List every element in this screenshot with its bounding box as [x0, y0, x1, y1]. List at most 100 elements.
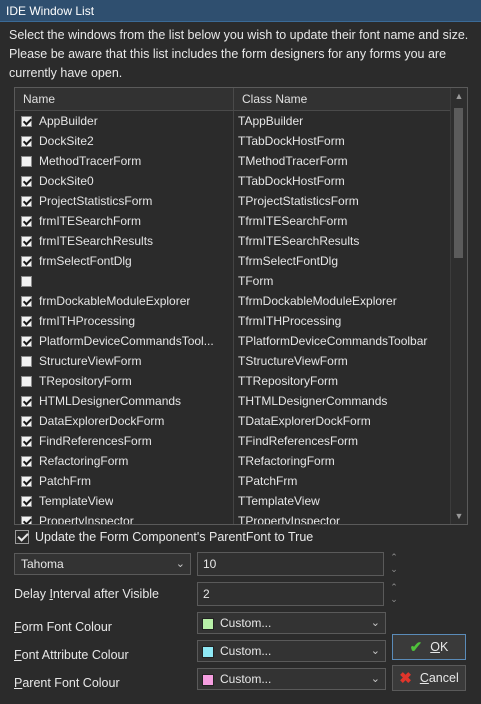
form-font-colour-combo[interactable]: Custom... ⌄ [197, 612, 386, 634]
list-item[interactable]: DockSite0 TTabDockHostForm [15, 171, 450, 191]
chevron-down-icon[interactable]: ⌄ [176, 554, 185, 574]
list-item[interactable]: frmITESearchForm TfrmITESearchForm [15, 211, 450, 231]
list-item-name-cell[interactable]: DockSite2 [15, 131, 234, 151]
list-item-checkbox[interactable] [21, 215, 32, 227]
update-parentfont-label: Update the Form Component's ParentFont t… [35, 530, 314, 544]
spin-down-icon[interactable]: ⌄ [388, 594, 400, 605]
list-item-name-cell[interactable]: frmITESearchResults [15, 231, 234, 251]
list-item-checkbox[interactable] [21, 115, 32, 127]
list-item-checkbox[interactable] [21, 475, 32, 487]
list-item-checkbox[interactable] [21, 175, 32, 187]
list-item-name-cell[interactable]: DockSite0 [15, 171, 234, 191]
list-item-class-name: TPatchFrm [238, 474, 298, 488]
colour-swatch [202, 617, 214, 630]
list-item-name-cell[interactable]: PatchFrm [15, 471, 234, 491]
list-item-checkbox[interactable] [21, 375, 32, 387]
list-item[interactable]: frmITESearchResults TfrmITESearchResults [15, 231, 450, 251]
list-item-name-cell[interactable]: HTMLDesignerCommands [15, 391, 234, 411]
list-item[interactable]: frmITHProcessing TfrmITHProcessing [15, 311, 450, 331]
list-item-checkbox[interactable] [21, 515, 32, 524]
list-item[interactable]: TRepositoryForm TTRepositoryForm [15, 371, 450, 391]
list-item-name-cell[interactable]: DataExplorerDockForm [15, 411, 234, 431]
font-name-combo[interactable]: Tahoma ⌄ [14, 553, 191, 575]
list-item-checkbox[interactable] [21, 295, 32, 307]
list-item[interactable]: PlatformDeviceCommandsTool... TPlatformDe… [15, 331, 450, 351]
list-item-class-name: TForm [238, 274, 274, 288]
ok-button-label: OK [430, 640, 449, 654]
delay-interval-field[interactable]: 2 [197, 582, 384, 606]
list-item-checkbox[interactable] [21, 315, 32, 327]
parent-font-colour-combo[interactable]: Custom... ⌄ [197, 668, 386, 690]
list-item[interactable]: StructureViewForm TStructureViewForm [15, 351, 450, 371]
list-item-name-cell[interactable]: frmITHProcessing [15, 311, 234, 331]
list-item[interactable]: PatchFrm TPatchFrm [15, 471, 450, 491]
window-list[interactable]: Name Class Name AppBuilder TAppBuilder Doc… [14, 87, 468, 525]
list-item-checkbox[interactable] [21, 235, 32, 247]
list-item[interactable]: FindReferencesForm TFindReferencesForm [15, 431, 450, 451]
column-header-name[interactable]: Name [15, 88, 234, 110]
list-item-checkbox[interactable] [21, 415, 32, 427]
list-item-class-name: TPropertyInspector [238, 514, 341, 525]
list-item[interactable]: RefactoringForm TRefactoringForm [15, 451, 450, 471]
vertical-scrollbar[interactable]: ▲ ▼ [450, 88, 467, 524]
list-item-name: frmITHProcessing [39, 314, 136, 328]
font-size-value: 10 [203, 557, 217, 571]
list-item-checkbox[interactable] [21, 395, 32, 407]
cancel-button[interactable]: ✖ Cancel [392, 665, 466, 691]
list-item-checkbox[interactable] [21, 275, 32, 287]
list-item-checkbox[interactable] [21, 335, 32, 347]
list-item[interactable]: MethodTracerForm TMethodTracerForm [15, 151, 450, 171]
list-item[interactable]: PropertyInspector TPropertyInspector [15, 511, 450, 525]
chevron-down-icon[interactable]: ⌄ [371, 613, 380, 633]
list-item[interactable]: TForm [15, 271, 450, 291]
list-item-checkbox[interactable] [21, 455, 32, 467]
list-item[interactable]: DockSite2 TTabDockHostForm [15, 131, 450, 151]
list-item-name-cell[interactable]: FindReferencesForm [15, 431, 234, 451]
column-header-class-name[interactable]: Class Name [234, 88, 450, 110]
list-item-name-cell[interactable]: MethodTracerForm [15, 151, 234, 171]
scroll-thumb[interactable] [454, 108, 463, 258]
list-item-checkbox[interactable] [21, 355, 32, 367]
list-item-name-cell[interactable]: TemplateView [15, 491, 234, 511]
list-item-checkbox[interactable] [21, 495, 32, 507]
list-item-checkbox[interactable] [21, 155, 32, 167]
list-item[interactable]: frmDockableModuleExplorer TfrmDockableMod… [15, 291, 450, 311]
list-item-checkbox[interactable] [21, 135, 32, 147]
list-item[interactable]: frmSelectFontDlg TfrmSelectFontDlg [15, 251, 450, 271]
list-item[interactable]: TemplateView TTemplateView [15, 491, 450, 511]
list-item[interactable]: HTMLDesignerCommands THTMLDesignerCommand… [15, 391, 450, 411]
scroll-up-icon[interactable]: ▲ [451, 88, 467, 104]
list-item-name-cell[interactable]: frmDockableModuleExplorer [15, 291, 234, 311]
list-item-name-cell[interactable]: RefactoringForm [15, 451, 234, 471]
list-item-checkbox[interactable] [21, 255, 32, 267]
list-item-name-cell[interactable]: PlatformDeviceCommandsTool... [15, 331, 234, 351]
list-item-name-cell[interactable]: frmITESearchForm [15, 211, 234, 231]
list-item-name-cell[interactable]: frmSelectFontDlg [15, 251, 234, 271]
font-attribute-colour-combo[interactable]: Custom... ⌄ [197, 640, 386, 662]
chevron-down-icon[interactable]: ⌄ [371, 669, 380, 689]
spin-up-icon[interactable]: ⌃ [388, 552, 400, 563]
checkbox-icon[interactable] [15, 530, 29, 544]
list-item-checkbox[interactable] [21, 435, 32, 447]
list-item-name-cell[interactable]: TRepositoryForm [15, 371, 234, 391]
list-item-name-cell[interactable] [15, 271, 234, 291]
list-item-class-name: TTabDockHostForm [238, 174, 345, 188]
chevron-down-icon[interactable]: ⌄ [371, 641, 380, 661]
spin-up-icon[interactable]: ⌃ [388, 582, 400, 593]
list-item-name: frmSelectFontDlg [39, 254, 132, 268]
list-item[interactable]: DataExplorerDockForm TDataExplorerDockFor… [15, 411, 450, 431]
update-parentfont-checkbox[interactable]: Update the Form Component's ParentFont t… [15, 530, 313, 544]
font-size-field[interactable]: 10 [197, 552, 384, 576]
ok-button[interactable]: ✔ OK [392, 634, 466, 660]
list-item-class-name: TfrmITESearchResults [238, 234, 360, 248]
list-item-checkbox[interactable] [21, 195, 32, 207]
list-item-name-cell[interactable]: PropertyInspector [15, 511, 234, 524]
spin-down-icon[interactable]: ⌄ [388, 564, 400, 575]
list-item-name-cell[interactable]: ProjectStatisticsForm [15, 191, 234, 211]
list-item-name-cell[interactable]: AppBuilder [15, 111, 234, 131]
list-item[interactable]: AppBuilder TAppBuilder [15, 111, 450, 131]
scroll-down-icon[interactable]: ▼ [451, 508, 467, 524]
list-item-name: frmITESearchForm [39, 214, 142, 228]
list-item[interactable]: ProjectStatisticsForm TProjectStatisticsF… [15, 191, 450, 211]
list-item-name-cell[interactable]: StructureViewForm [15, 351, 234, 371]
